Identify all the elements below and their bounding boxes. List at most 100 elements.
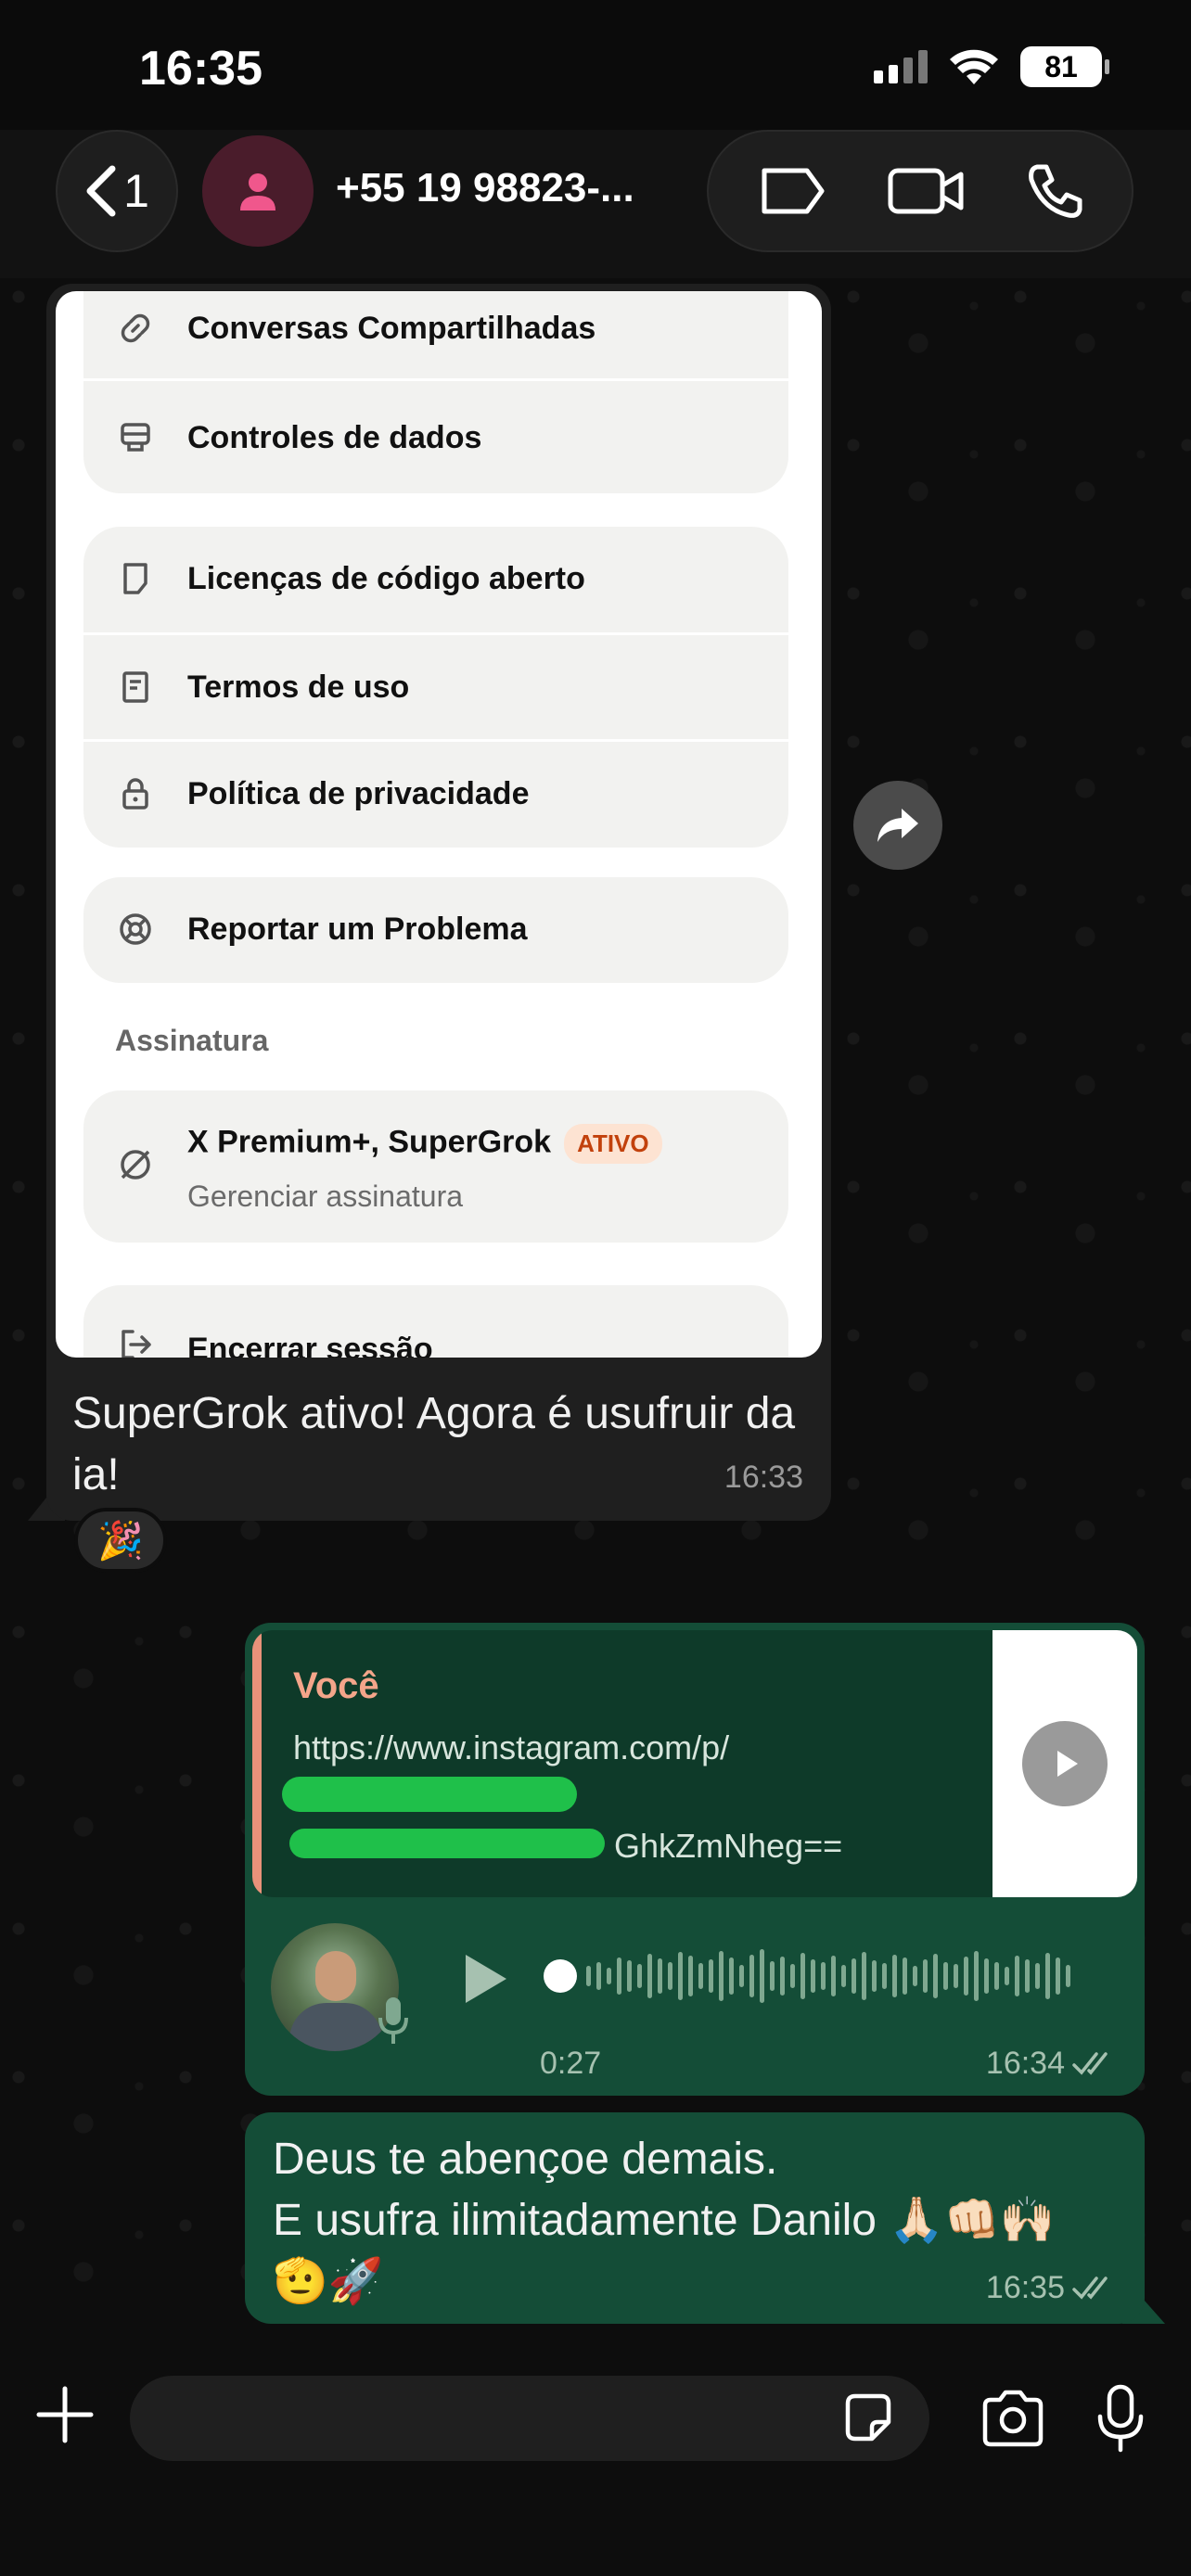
shared-screenshot[interactable]: Conversas Compartilhadas Controles de da… xyxy=(56,291,822,1358)
waveform-bar xyxy=(831,1956,836,1996)
waveform-scrubber[interactable] xyxy=(544,1959,577,1993)
video-play-icon xyxy=(1022,1721,1108,1806)
message-input[interactable] xyxy=(130,2376,929,2461)
waveform-bar xyxy=(933,1954,938,1998)
menu-group-2: Licenças de código aberto Termos de uso … xyxy=(83,527,788,848)
microphone-icon[interactable] xyxy=(1095,2383,1146,2454)
waveform-bar xyxy=(678,1952,683,2000)
quoted-message[interactable]: Você https://www.instagram.com/p/ GhkZmN… xyxy=(252,1630,1137,1897)
waveform-bar xyxy=(903,1958,907,1995)
waveform-bar xyxy=(1035,1963,1040,1989)
label-icon[interactable] xyxy=(757,165,827,217)
waveform-bar xyxy=(1015,1956,1019,1996)
redaction-mark xyxy=(289,1829,605,1858)
reaction-badge[interactable]: 🎉 xyxy=(74,1508,167,1573)
double-check-icon xyxy=(1072,2051,1108,2075)
voice-waveform[interactable] xyxy=(544,1944,1100,2009)
lock-icon xyxy=(117,775,154,812)
menu-label: Licenças de código aberto xyxy=(187,560,585,596)
waveform-bar xyxy=(1025,1959,1030,1993)
outgoing-message-time: 16:35 xyxy=(985,2270,1065,2305)
subscription-icon xyxy=(117,1146,154,1188)
incoming-message-text: SuperGrok ativo! Agora é usufruir da ia! xyxy=(72,1389,796,1499)
subscription-title-row: X Premium+, SuperGrok ATIVO xyxy=(187,1124,662,1164)
mic-badge-icon xyxy=(378,1997,408,2044)
waveform-bar xyxy=(607,1968,611,1984)
voice-message-meta: 16:34 xyxy=(986,2046,1117,2082)
subscription-subtitle: Gerenciar assinatura xyxy=(187,1180,464,1213)
quote-url-line3: GhkZmNheg== xyxy=(614,1827,843,1865)
waveform-bar xyxy=(790,1964,795,1988)
section-label-subscription: Assinatura xyxy=(115,1024,269,1057)
person-icon xyxy=(240,173,275,210)
waveform-bar xyxy=(617,1958,621,1995)
database-icon xyxy=(117,419,154,456)
logout-card: Encerrar sessão xyxy=(83,1285,788,1358)
waveform-bar xyxy=(780,1957,785,1996)
menu-row-logout: Encerrar sessão xyxy=(83,1285,788,1358)
cellular-signal-icon xyxy=(874,50,928,83)
menu-label: Política de privacidade xyxy=(187,775,530,811)
voice-duration: 0:27 xyxy=(540,2046,602,2081)
menu-group-3: Reportar um Problema xyxy=(83,877,788,983)
waveform-bar xyxy=(719,1951,724,2001)
lifebuoy-icon xyxy=(117,911,154,948)
camera-icon[interactable] xyxy=(980,2389,1046,2448)
incoming-message-time: 16:33 xyxy=(724,1460,803,1495)
back-button[interactable]: 1 xyxy=(56,130,178,252)
status-icons: 81 xyxy=(874,46,1109,87)
voice-message-time: 16:34 xyxy=(985,2046,1065,2081)
waveform-bar xyxy=(647,1954,652,1998)
waveform-bar xyxy=(627,1960,632,1992)
subscription-title: X Premium+, SuperGrok xyxy=(187,1124,552,1160)
redaction-mark xyxy=(282,1777,577,1812)
forward-button[interactable] xyxy=(853,781,942,870)
double-check-icon xyxy=(1072,2276,1108,2300)
quote-accent-bar xyxy=(252,1630,262,1897)
waveform-bar xyxy=(811,1959,815,1993)
back-chevron-icon xyxy=(86,165,116,217)
incoming-message-bubble[interactable]: Conversas Compartilhadas Controles de da… xyxy=(46,284,831,1521)
waveform-bar xyxy=(862,1952,866,2000)
waveform-bar xyxy=(637,1964,642,1988)
menu-row-data-controls: Controles de dados xyxy=(83,386,788,490)
waveform-bar xyxy=(658,1958,662,1994)
waveform-bar xyxy=(994,1962,999,1990)
waveform-bar xyxy=(739,1965,744,1987)
waveform-bar xyxy=(872,1960,877,1992)
waveform-bar xyxy=(760,1949,764,2003)
outgoing-voice-bubble[interactable]: Você https://www.instagram.com/p/ GhkZmN… xyxy=(245,1623,1145,2096)
battery-level: 81 xyxy=(1044,49,1078,83)
voice-play-button[interactable] xyxy=(458,1949,510,2009)
message-input-bar xyxy=(0,2355,1191,2576)
phone-icon[interactable] xyxy=(1024,161,1083,221)
waveform-bar xyxy=(882,1963,887,1989)
plus-icon[interactable] xyxy=(35,2385,95,2444)
video-call-icon[interactable] xyxy=(887,165,965,217)
link-icon xyxy=(117,310,154,347)
sticker-icon[interactable] xyxy=(840,2391,896,2446)
waveform-bar xyxy=(668,1962,672,1990)
waveform-bar xyxy=(943,1962,948,1990)
menu-row-licenses: Licenças de código aberto xyxy=(83,527,788,631)
waveform-bar xyxy=(892,1955,897,1997)
waveform-bar xyxy=(596,1962,601,1990)
forward-icon xyxy=(877,809,918,842)
outgoing-text-bubble[interactable]: Deus te abençoe demais. E usufra ilimita… xyxy=(245,2112,1145,2324)
waveform-bar xyxy=(923,1959,928,1993)
wifi-icon xyxy=(950,49,998,84)
unread-count: 1 xyxy=(123,165,149,217)
menu-row-privacy: Política de privacidade xyxy=(83,742,788,846)
waveform-bar xyxy=(749,1955,754,1997)
terms-icon xyxy=(117,669,154,706)
waveform-bar xyxy=(586,1966,591,1986)
menu-label: Encerrar sessão xyxy=(187,1332,433,1358)
waveform-bar xyxy=(770,1961,775,1991)
document-icon xyxy=(117,560,154,597)
contact-name[interactable]: +55 19 98823-... xyxy=(336,165,634,211)
outgoing-message-meta: 16:35 xyxy=(986,2270,1117,2306)
waveform-bar xyxy=(1066,1965,1070,1987)
waveform-bar xyxy=(852,1958,856,1994)
contact-avatar[interactable] xyxy=(202,135,314,247)
battery-icon: 81 xyxy=(1020,46,1109,87)
